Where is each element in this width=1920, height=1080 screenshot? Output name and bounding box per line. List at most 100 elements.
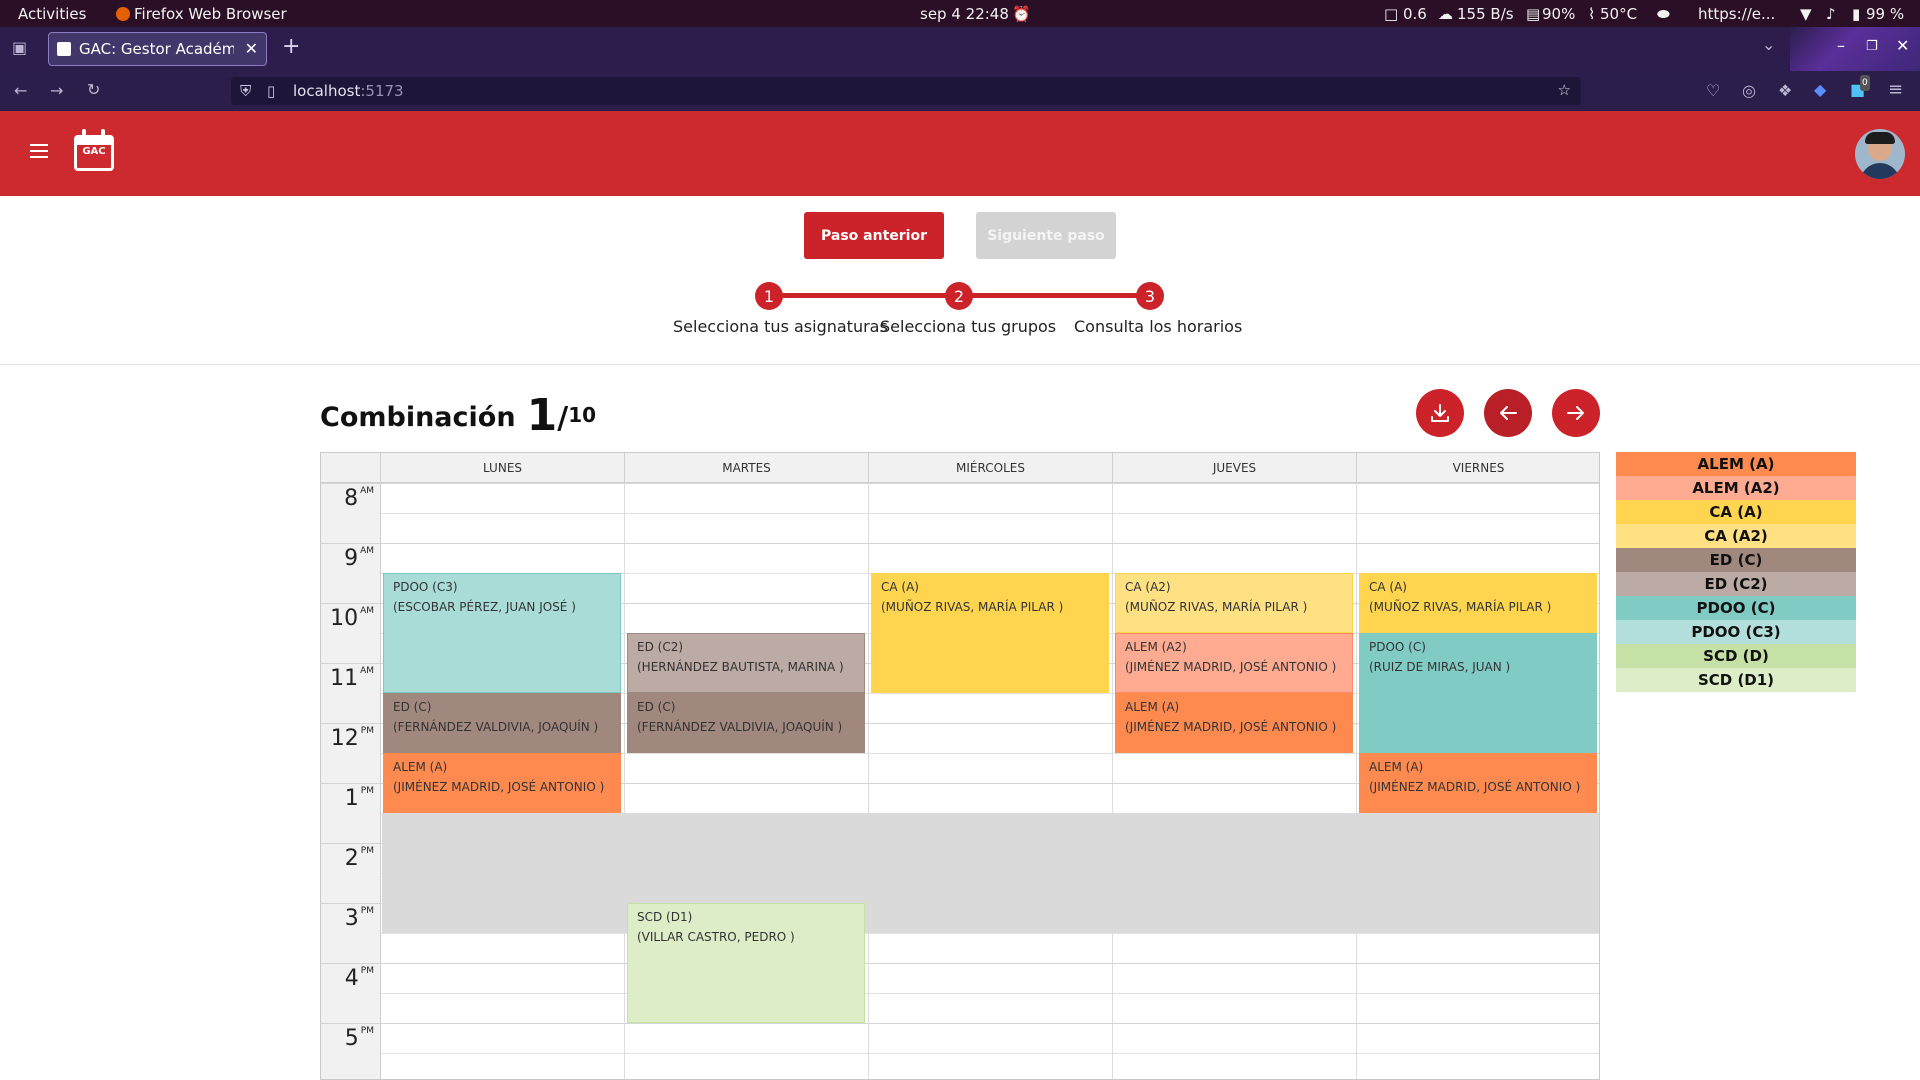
class-event[interactable]: CA (A) (MUÑOZ RIVAS, MARÍA PILAR ) bbox=[1359, 573, 1597, 633]
class-event[interactable]: ALEM (A) (JIMÉNEZ MADRID, JOSÉ ANTONIO ) bbox=[1359, 753, 1597, 813]
combination-title: Combinación 1/10 bbox=[320, 390, 596, 441]
user-avatar[interactable] bbox=[1855, 129, 1905, 179]
day-header: JUEVES bbox=[1113, 453, 1357, 483]
time-label: 10 AM bbox=[330, 606, 374, 631]
net-speed: 155 B/s bbox=[1457, 5, 1514, 23]
next-step-button[interactable]: Siguiente paso bbox=[976, 212, 1116, 259]
bookmark-star-icon[interactable]: ☆ bbox=[1558, 81, 1571, 99]
close-window-icon[interactable]: ✕ bbox=[1896, 38, 1909, 54]
event-title: PDOO (C3) bbox=[393, 580, 458, 594]
day-column-line bbox=[1356, 453, 1357, 1079]
event-title: SCD (D1) bbox=[637, 910, 693, 924]
bitwarden-icon[interactable]: ◆ bbox=[1814, 82, 1826, 98]
firefox-view-icon[interactable]: ▣ bbox=[12, 40, 27, 56]
step-1-label: Selecciona tus asignaturas bbox=[673, 317, 888, 336]
pocket-icon[interactable]: ♡ bbox=[1706, 83, 1720, 99]
extension-badge-icon[interactable]: ■ 0 bbox=[1850, 75, 1870, 98]
previous-combination-button[interactable] bbox=[1484, 389, 1532, 437]
monitor-icon: □ bbox=[1384, 5, 1399, 23]
class-event[interactable]: ED (C) (FERNÁNDEZ VALDIVIA, JOAQUÍN ) bbox=[627, 693, 865, 753]
extension-badge-count: 0 bbox=[1860, 75, 1870, 91]
docker-icon: ⬬ bbox=[1657, 5, 1670, 23]
hamburger-menu-icon[interactable]: ≡ bbox=[1888, 81, 1903, 99]
event-title: ALEM (A2) bbox=[1125, 640, 1187, 654]
half-hour-line bbox=[381, 933, 1599, 934]
legend-item: ED (C) bbox=[1616, 548, 1856, 572]
browser-nav-bar: ← → ↻ ⛨ ▯ localhost:5173 ☆ ♡ ◎ ❖ ◆ ■ 0 ≡ bbox=[0, 71, 1920, 111]
browser-tab-strip: ▣ GAC: Gestor Académico d ✕ + ⌄ – ❐ ✕ bbox=[0, 27, 1920, 71]
event-teacher: (MUÑOZ RIVAS, MARÍA PILAR ) bbox=[1369, 600, 1552, 614]
back-icon[interactable]: ← bbox=[14, 83, 27, 99]
event-teacher: (JIMÉNEZ MADRID, JOSÉ ANTONIO ) bbox=[1125, 660, 1337, 674]
wifi-icon[interactable]: ▼ bbox=[1800, 5, 1812, 23]
time-label: 9 AM bbox=[344, 546, 374, 571]
url-input[interactable]: ⛨ ▯ localhost:5173 ☆ bbox=[231, 77, 1581, 105]
cloud-icon: ☁ bbox=[1438, 5, 1453, 23]
step-1-indicator[interactable]: 1 bbox=[755, 282, 783, 310]
minimize-icon[interactable]: – bbox=[1837, 38, 1845, 54]
app-header: GAC bbox=[0, 111, 1920, 196]
combination-label: Combinación bbox=[320, 402, 516, 433]
next-combination-button[interactable] bbox=[1552, 389, 1600, 437]
time-label: 11 AM bbox=[330, 666, 374, 691]
class-event[interactable]: ED (C) (FERNÁNDEZ VALDIVIA, JOAQUÍN ) bbox=[383, 693, 621, 753]
time-label: 4 PM bbox=[344, 966, 374, 991]
day-column-line bbox=[1112, 453, 1113, 1079]
reload-icon[interactable]: ↻ bbox=[87, 82, 100, 98]
extensions-icon[interactable]: ❖ bbox=[1778, 83, 1792, 99]
day-column-line bbox=[624, 453, 625, 1079]
event-title: ED (C2) bbox=[637, 640, 684, 654]
forward-icon[interactable]: → bbox=[50, 83, 63, 99]
legend-item: SCD (D1) bbox=[1616, 668, 1856, 692]
menu-icon[interactable] bbox=[30, 144, 48, 158]
previous-step-button[interactable]: Paso anterior bbox=[804, 212, 944, 259]
step-2-label: Selecciona tus grupos bbox=[880, 317, 1057, 336]
memory-icon: ▤ bbox=[1526, 5, 1541, 23]
clock[interactable]: sep 4 22:48 bbox=[920, 5, 1009, 23]
restore-icon[interactable]: ❐ bbox=[1866, 39, 1878, 55]
page-info-icon[interactable]: ▯ bbox=[267, 82, 275, 100]
step-2-indicator[interactable]: 2 bbox=[945, 282, 973, 310]
legend-item: CA (A2) bbox=[1616, 524, 1856, 548]
class-event[interactable]: ALEM (A) (JIMÉNEZ MADRID, JOSÉ ANTONIO ) bbox=[1115, 693, 1353, 753]
os-top-bar: Activities Firefox Web Browser sep 4 22:… bbox=[0, 0, 1920, 27]
class-event[interactable]: PDOO (C) (RUIZ DE MIRAS, JUAN ) bbox=[1359, 633, 1597, 753]
url-text: localhost:5173 bbox=[293, 82, 404, 100]
class-event[interactable]: SCD (D1) (VILLAR CASTRO, PEDRO ) bbox=[627, 903, 865, 1023]
activities-button[interactable]: Activities bbox=[18, 5, 86, 23]
cpu-load: 0.6 bbox=[1403, 5, 1427, 23]
app-logo[interactable]: GAC bbox=[74, 129, 114, 171]
subject-legend: ALEM (A) ALEM (A2) CA (A) CA (A2) ED (C) ED (… bbox=[1616, 452, 1856, 692]
class-event[interactable]: CA (A2) (MUÑOZ RIVAS, MARÍA PILAR ) bbox=[1115, 573, 1353, 633]
logo-text: GAC bbox=[82, 146, 106, 157]
legend-item: SCD (D) bbox=[1616, 644, 1856, 668]
new-tab-button[interactable]: + bbox=[282, 36, 300, 58]
class-event[interactable]: CA (A) (MUÑOZ RIVAS, MARÍA PILAR ) bbox=[871, 573, 1109, 693]
volume-icon[interactable]: ♪ bbox=[1826, 5, 1836, 23]
class-event[interactable]: PDOO (C3) (ESCOBAR PÉREZ, JUAN JOSÉ ) bbox=[383, 573, 621, 693]
step-3-indicator[interactable]: 3 bbox=[1136, 282, 1164, 310]
firefox-icon bbox=[116, 7, 130, 21]
event-teacher: (RUIZ DE MIRAS, JUAN ) bbox=[1369, 660, 1511, 674]
tab-list-chevron-icon[interactable]: ⌄ bbox=[1762, 37, 1775, 53]
status-url[interactable]: https://e... bbox=[1698, 5, 1775, 23]
class-event[interactable]: ED (C2) (HERNÁNDEZ BAUTISTA, MARINA ) bbox=[627, 633, 865, 693]
hour-line bbox=[321, 543, 1599, 544]
thermometer-icon: ⌇ bbox=[1588, 5, 1596, 23]
account-icon[interactable]: ◎ bbox=[1742, 83, 1756, 99]
class-event[interactable]: ALEM (A) (JIMÉNEZ MADRID, JOSÉ ANTONIO ) bbox=[383, 753, 621, 813]
app-menu[interactable]: Firefox Web Browser bbox=[116, 5, 287, 23]
stepper-connector bbox=[959, 293, 1149, 298]
legend-item: PDOO (C) bbox=[1616, 596, 1856, 620]
class-event[interactable]: ALEM (A2) (JIMÉNEZ MADRID, JOSÉ ANTONIO ) bbox=[1115, 633, 1353, 693]
url-host: localhost bbox=[293, 82, 361, 100]
shield-icon[interactable]: ⛨ bbox=[240, 82, 251, 100]
tab-close-icon[interactable]: ✕ bbox=[245, 39, 258, 58]
url-port: :5173 bbox=[360, 82, 404, 100]
browser-tab-active[interactable]: GAC: Gestor Académico d ✕ bbox=[48, 32, 267, 66]
event-teacher: (FERNÁNDEZ VALDIVIA, JOAQUÍN ) bbox=[637, 720, 843, 734]
legend-item: ALEM (A2) bbox=[1616, 476, 1856, 500]
battery-icon[interactable]: ▮ bbox=[1852, 5, 1860, 23]
hour-line bbox=[321, 1023, 1599, 1024]
download-button[interactable] bbox=[1416, 389, 1464, 437]
